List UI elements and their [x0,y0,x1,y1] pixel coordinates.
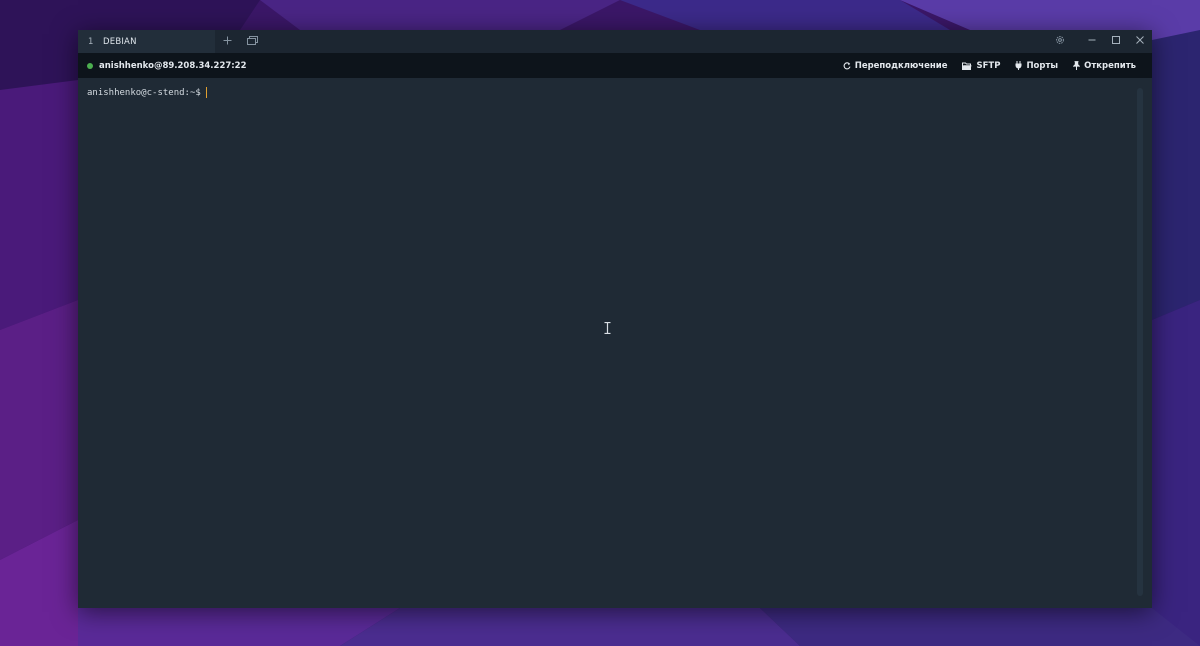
refresh-icon [843,61,851,70]
settings-button[interactable] [1048,30,1072,53]
minimize-button[interactable] [1080,30,1104,53]
detach-button[interactable]: Открепить [1073,61,1136,71]
tab-title: DEBIAN [103,36,137,47]
pin-icon [1073,61,1081,70]
windows-icon [247,34,258,49]
ports-button[interactable]: Порты [1015,61,1058,71]
maximize-icon [1112,36,1120,47]
title-bar: 1 DEBIAN [78,30,1152,53]
connection-host: anishhenko@89.208.34.227:22 [99,60,247,71]
plug-icon [1015,61,1022,70]
folder-icon [962,62,972,70]
text-cursor [205,87,207,98]
sftp-label: SFTP [976,60,1001,71]
minimize-icon [1088,36,1096,47]
tab-debian[interactable]: 1 DEBIAN [78,30,215,53]
terminal-prompt: anishhenko@c-stend:~$ [87,87,201,98]
terminal-window: 1 DEBIAN anishhenko@89.208.34.227:22 Пер… [78,30,1152,608]
reconnect-button[interactable]: Переподключение [843,60,948,71]
new-tab-button[interactable] [215,30,240,53]
connection-bar: anishhenko@89.208.34.227:22 Переподключе… [78,53,1152,78]
connection-actions: Переподключение SFTP Порты Открепить [828,53,1136,78]
mouse-ibeam-icon [604,319,611,335]
terminal-scrollbar[interactable] [1137,88,1143,596]
detach-label: Открепить [1084,60,1136,71]
reconnect-label: Переподключение [854,60,948,71]
plus-icon [223,34,232,49]
gear-icon [1055,35,1065,48]
sftp-button[interactable]: SFTP [962,61,1000,71]
close-icon [1136,36,1144,47]
connection-status-indicator [87,62,93,69]
tab-overview-button[interactable] [240,30,265,53]
ports-label: Порты [1026,60,1059,71]
tab-number: 1 [88,36,94,47]
maximize-button[interactable] [1104,30,1128,53]
terminal-prompt-line: anishhenko@c-stend:~$ [87,87,207,98]
close-button[interactable] [1128,30,1152,53]
terminal-area[interactable]: anishhenko@c-stend:~$ [78,78,1152,608]
